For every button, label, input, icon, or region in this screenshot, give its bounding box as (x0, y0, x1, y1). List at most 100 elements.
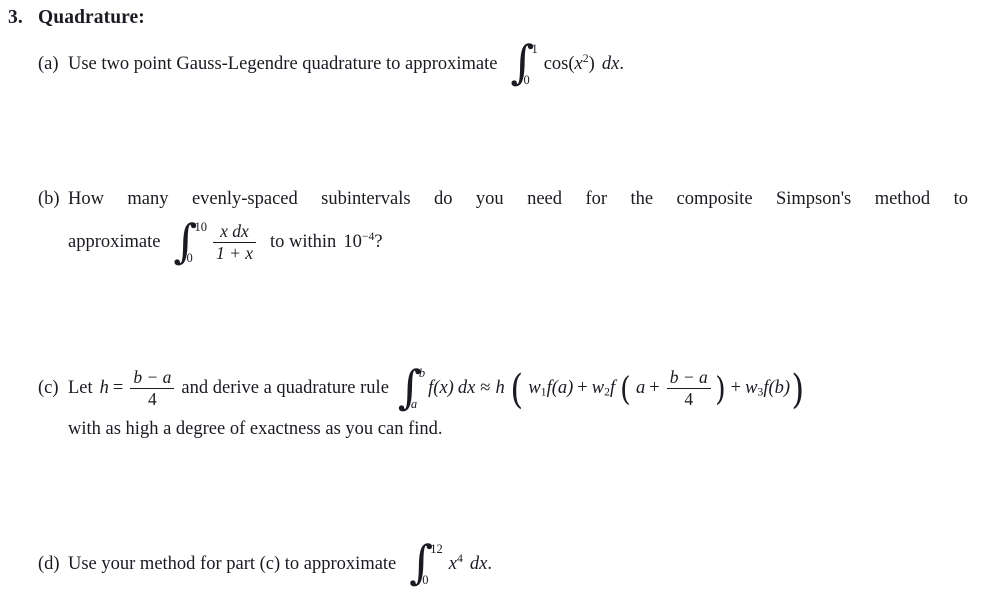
integral-c-upper-limit: b (418, 366, 426, 381)
problem-part-a: (a) Use two point Gauss-Legendre quadrat… (38, 39, 968, 85)
integral-d-lower-limit: 0 (422, 572, 429, 587)
tolerance-base: 10 (343, 232, 362, 253)
rule-term-2-denominator: 4 (684, 389, 694, 410)
integral-a-differential: dx (601, 53, 620, 74)
part-a-row: (a) Use two point Gauss-Legendre quadrat… (38, 39, 968, 85)
rule-plus-1: + (577, 378, 588, 399)
part-b-question-mark: ? (374, 232, 383, 253)
part-b-label: (b) (38, 188, 60, 209)
integral-a-upper-limit: 1 (531, 42, 538, 56)
part-b-line-2: approximate ∫ 10 0 x dx 1 + x to within … (68, 218, 968, 264)
integral-a-integrand: cos(x2) (543, 50, 595, 74)
integral-a: ∫ 1 0 (510, 39, 538, 85)
integral-b-lower-limit: 0 (186, 250, 193, 265)
part-a-text: Use two point Gauss-Legendre quadrature … (68, 53, 498, 74)
tolerance-exponent: −4 (361, 229, 375, 244)
part-a-body: Use two point Gauss-Legendre quadrature … (68, 39, 968, 85)
part-a-label: (a) (38, 53, 59, 74)
part-c-line-1: Let h = b − a 4 and derive a quadrature … (68, 359, 805, 414)
part-c-line-2: with as high a degree of exactness as yo… (68, 418, 968, 440)
rule-term-3-weight: w (745, 378, 758, 399)
part-b-word-8: the (630, 188, 654, 209)
part-c-h-symbol: h (99, 378, 109, 399)
part-d-text: Use your method for part (c) to approxim… (68, 553, 397, 574)
problem-part-c: (c) Let h = b − a 4 and derive a quadrat… (38, 359, 968, 440)
problem-title: Quadrature: (38, 7, 145, 28)
problem-number: 3. (8, 7, 23, 28)
problem-heading: 3. Quadrature: (8, 7, 970, 29)
part-b-tolerance-text: to within (270, 232, 337, 253)
integral-d-integrand-base: x (448, 553, 457, 574)
part-d-body: Use your method for part (c) to approxim… (68, 539, 968, 585)
rule-term-2-weight-group: w2f (592, 379, 615, 398)
part-c-rule-text: and derive a quadrature rule (181, 378, 389, 399)
part-b-row: (b) How many evenly-spaced subintervals … (38, 188, 968, 264)
part-b-word-6: need (527, 188, 563, 209)
rule-term-2-arg-a: a (636, 378, 646, 399)
integral-a-lower-limit: 0 (523, 72, 530, 87)
part-d-row: (d) Use your method for part (c) to appr… (38, 539, 968, 585)
integral-c-differential: dx (457, 378, 476, 399)
rule-term-1-func: f(a) (546, 378, 574, 399)
part-c-h-denominator: 4 (148, 389, 157, 410)
part-b-word-10: Simpson's (775, 188, 852, 209)
rule-term-3-func: f(b) (763, 378, 791, 399)
integral-b: ∫ 10 0 (173, 218, 206, 264)
rule-term-2-func-head: f (610, 378, 616, 399)
integral-c-integrand: f(x) (428, 378, 454, 399)
part-c-equals: = (112, 378, 124, 399)
part-c-exactness-text: with as high a degree of exactness as yo… (68, 418, 443, 439)
part-b-word-7: for (585, 188, 608, 209)
integral-b-upper-limit: 10 (194, 220, 207, 235)
integral-c: ∫ b a (398, 364, 426, 410)
part-c-h-numerator: b − a (133, 367, 172, 387)
problem-part-d: (d) Use your method for part (c) to appr… (38, 539, 968, 585)
rule-plus-2: + (730, 378, 742, 399)
part-d-line-1: Use your method for part (c) to approxim… (68, 539, 968, 585)
integral-b-denominator: 1 + x (215, 243, 254, 264)
rule-term-3: w3f(b) (745, 379, 790, 398)
integral-d: ∫ 12 0 (409, 539, 442, 585)
part-b-word-3: subintervals (321, 188, 411, 209)
part-b-line-1: How many evenly-spaced subintervals do y… (68, 188, 968, 210)
integral-d-upper-limit: 12 (430, 542, 443, 556)
problem-heading-row: 3. Quadrature: (8, 7, 970, 29)
part-b-word-4: do (434, 188, 453, 209)
rule-term-1: w1f(a) (528, 379, 573, 398)
part-b-tolerance-value: 10−4 (343, 230, 374, 253)
integral-d-differential: dx (469, 553, 488, 574)
problem-part-b: (b) How many evenly-spaced subintervals … (38, 188, 968, 264)
part-b-word-11: method (874, 188, 931, 209)
rule-term-2-fraction: b − a 4 (666, 367, 711, 410)
part-b-word-1: many (127, 188, 169, 209)
rule-term-2-weight: w (591, 378, 605, 399)
part-c-row: (c) Let h = b − a 4 and derive a quadrat… (38, 359, 968, 440)
part-d-period: . (487, 553, 492, 574)
integral-d-integrand: x4 (448, 552, 463, 574)
part-b-body: How many evenly-spaced subintervals do y… (68, 188, 968, 264)
part-d-label: (d) (38, 553, 60, 574)
part-b-word-12: to (953, 188, 968, 209)
part-b-word-9: composite (676, 188, 753, 209)
part-c-body: Let h = b − a 4 and derive a quadrature … (68, 359, 968, 440)
rule-term-1-weight: w (528, 378, 541, 399)
part-a-period: . (619, 53, 624, 74)
integral-b-numerator: x dx (220, 221, 249, 241)
part-c-h-fraction: b − a 4 (130, 367, 175, 410)
approx-symbol: ≈ (480, 378, 491, 399)
part-b-justified-line: How many evenly-spaced subintervals do y… (68, 190, 968, 209)
part-b-word-0: How (68, 188, 104, 209)
part-b-approximate-text: approximate (68, 232, 161, 253)
integral-b-fraction: x dx 1 + x (212, 221, 257, 264)
rule-term-2-inner-plus: + (649, 378, 660, 399)
part-c-label: (c) (38, 378, 59, 399)
integral-d-integrand-exponent: 4 (456, 550, 463, 565)
part-b-word-5: you (475, 188, 504, 209)
part-b-word-2: evenly-spaced (191, 188, 298, 209)
part-c-let-text: Let (68, 378, 93, 399)
part-a-line-1: Use two point Gauss-Legendre quadrature … (68, 39, 968, 85)
rule-h-factor: h (495, 378, 505, 399)
integral-c-lower-limit: a (410, 396, 418, 411)
document-page: 3. Quadrature: (a) Use two point Gauss-L… (0, 0, 982, 607)
rule-term-2-numerator: b − a (669, 367, 708, 387)
